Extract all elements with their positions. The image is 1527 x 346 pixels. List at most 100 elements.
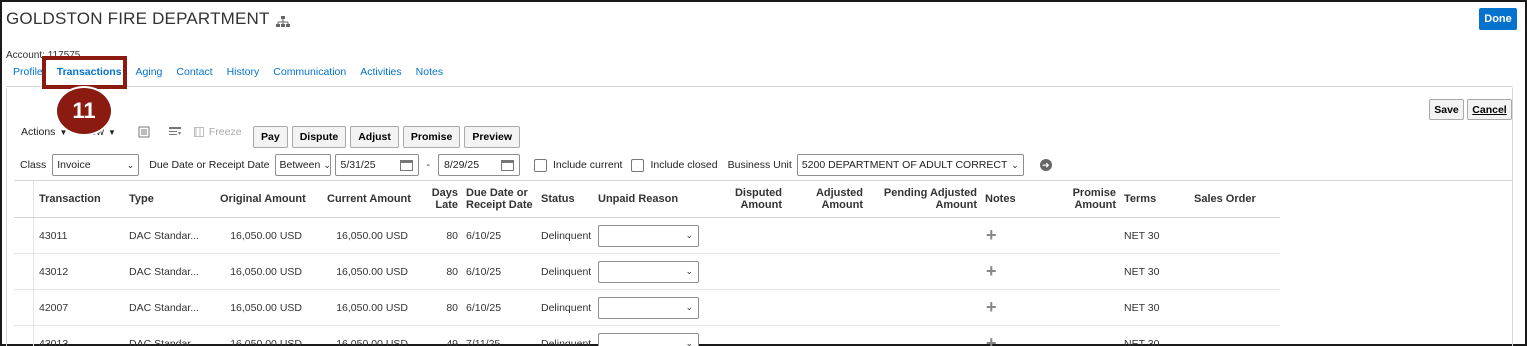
status-cell: Delinquent <box>541 301 592 314</box>
days-late-cell: 80 <box>446 265 458 278</box>
col-type[interactable]: Type <box>129 193 154 205</box>
freeze-button[interactable]: Freeze <box>193 126 242 138</box>
chevron-down-icon: ⌄ <box>126 159 135 170</box>
class-select[interactable]: Invoice ⌄ <box>52 154 140 176</box>
add-note-icon[interactable]: + <box>986 225 997 246</box>
transaction-cell[interactable]: 43013 <box>39 338 68 346</box>
dispute-button[interactable]: Dispute <box>291 126 347 148</box>
date-operator-select[interactable]: Between ⌄ <box>274 154 331 176</box>
current-amount-cell: 16,050.00 USD <box>336 265 408 278</box>
unpaid-reason-select[interactable]: ⌄ <box>598 333 699 346</box>
unpaid-reason-select[interactable]: ⌄ <box>598 297 699 319</box>
tab-activities[interactable]: Activities <box>360 66 401 78</box>
table-row[interactable]: 42007 DAC Standar... 16,050.00 USD 16,05… <box>14 290 1280 326</box>
transaction-cell[interactable]: 43012 <box>39 266 68 278</box>
col-promise-amount[interactable]: Promise Amount <box>1054 187 1116 211</box>
type-cell: DAC Standar... <box>129 265 200 278</box>
date-to-field[interactable]: 8/29/25 <box>438 154 520 176</box>
col-original-amount[interactable]: Original Amount <box>220 193 306 205</box>
chevron-down-icon: ⌄ <box>685 302 693 312</box>
calendar-icon[interactable] <box>501 159 514 171</box>
tab-contact[interactable]: Contact <box>176 66 212 78</box>
col-terms[interactable]: Terms <box>1124 193 1156 205</box>
terms-cell: NET 30 <box>1124 265 1160 278</box>
tab-history[interactable]: History <box>227 66 260 78</box>
col-notes[interactable]: Notes <box>985 193 1016 205</box>
status-cell: Delinquent <box>541 229 592 242</box>
header-row-selector <box>14 181 34 217</box>
pay-button[interactable]: Pay <box>253 126 288 148</box>
chevron-down-icon: ⌄ <box>1011 159 1019 170</box>
add-note-icon[interactable]: + <box>986 261 997 282</box>
transaction-cell[interactable]: 43011 <box>39 230 67 242</box>
current-amount-cell: 16,050.00 USD <box>336 337 408 346</box>
chevron-down-icon: ⌄ <box>685 266 693 276</box>
chevron-down-icon: ⌄ <box>323 159 331 170</box>
unpaid-reason-select[interactable]: ⌄ <box>598 261 699 283</box>
chevron-down-icon: ⌄ <box>685 230 693 240</box>
tab-communication[interactable]: Communication <box>273 66 346 78</box>
calendar-icon[interactable] <box>399 159 413 171</box>
terms-cell: NET 30 <box>1124 337 1160 346</box>
transaction-cell[interactable]: 42007 <box>39 302 68 314</box>
current-amount-cell: 16,050.00 USD <box>336 229 408 242</box>
days-late-cell: 80 <box>446 229 458 242</box>
page-title: GOLDSTON FIRE DEPARTMENT <box>6 9 290 29</box>
transactions-tab-highlight <box>42 56 127 89</box>
tab-aging[interactable]: Aging <box>136 66 163 78</box>
unpaid-reason-select[interactable]: ⌄ <box>598 225 699 247</box>
col-current-amount[interactable]: Current Amount <box>327 193 411 205</box>
due-date-label: Due Date or Receipt Date <box>149 159 270 171</box>
include-current-checkbox[interactable] <box>534 158 547 172</box>
table-row[interactable]: 43012 DAC Standar... 16,050.00 USD 16,05… <box>14 254 1280 290</box>
col-pending-adjusted-amount[interactable]: Pending Adjusted Amount <box>874 187 977 211</box>
include-closed-checkbox[interactable] <box>631 158 645 172</box>
cancel-button[interactable]: Cancel <box>1467 99 1512 120</box>
add-note-icon[interactable]: + <box>986 297 997 318</box>
freeze-icon <box>193 127 204 137</box>
date-from-field[interactable]: 5/31/25 <box>334 154 419 176</box>
transactions-table: Transaction Type Original Amount Current… <box>14 181 1280 346</box>
col-status[interactable]: Status <box>541 193 575 205</box>
row-selector[interactable] <box>14 326 34 346</box>
original-amount-cell: 16,050.00 USD <box>230 301 302 314</box>
action-buttons: Pay Dispute Adjust Promise Preview <box>253 126 521 148</box>
col-transaction[interactable]: Transaction <box>39 193 101 205</box>
due-date-cell: 7/11/25 <box>466 337 501 346</box>
hierarchy-icon[interactable] <box>275 13 290 27</box>
adjust-button[interactable]: Adjust <box>350 126 399 148</box>
status-cell: Delinquent <box>541 337 592 346</box>
promise-button[interactable]: Promise <box>402 126 461 148</box>
col-unpaid-reason[interactable]: Unpaid Reason <box>598 193 678 205</box>
business-unit-select[interactable]: 5200 DEPARTMENT OF ADULT CORRECTION ⌄ <box>796 154 1024 176</box>
col-disputed-amount[interactable]: Disputed Amount <box>710 187 782 211</box>
actions-menu[interactable]: Actions ▼ <box>21 126 67 138</box>
col-due-date[interactable]: Due Date or Receipt Date <box>466 187 533 211</box>
row-selector[interactable] <box>14 254 34 289</box>
table-toolbar: Actions▼ View▼ Freeze <box>21 126 242 138</box>
type-cell: DAC Standar... <box>129 301 200 314</box>
col-sales-order[interactable]: Sales Order <box>1194 193 1256 205</box>
query-by-example-icon[interactable] <box>168 126 182 138</box>
tab-profile[interactable]: Profile <box>13 66 43 78</box>
detach-icon[interactable] <box>138 126 152 138</box>
add-note-icon[interactable]: + <box>986 333 997 346</box>
row-selector[interactable] <box>14 290 34 325</box>
due-date-cell: 6/10/25 <box>466 301 502 314</box>
table-header: Transaction Type Original Amount Current… <box>14 181 1280 218</box>
col-adjusted-amount[interactable]: Adjusted Amount <box>790 187 863 211</box>
save-button[interactable]: Save <box>1429 99 1464 120</box>
date-range-dash: - <box>426 159 431 171</box>
tab-notes[interactable]: Notes <box>416 66 443 78</box>
table-row[interactable]: 43011 DAC Standar... 16,050.00 USD 16,05… <box>14 218 1280 254</box>
table-row[interactable]: 43013 DAC Standar... 16,050.00 USD 16,05… <box>14 326 1280 346</box>
class-label: Class <box>20 159 47 171</box>
type-cell: DAC Standar... <box>129 229 200 242</box>
original-amount-cell: 16,050.00 USD <box>230 265 302 278</box>
step-callout: 11 <box>55 86 113 136</box>
col-days-late[interactable]: Days Late <box>418 187 458 211</box>
done-button[interactable]: Done <box>1479 8 1517 30</box>
go-arrow-icon[interactable]: ➜ <box>1039 159 1052 171</box>
preview-button[interactable]: Preview <box>464 126 521 148</box>
row-selector[interactable] <box>14 218 34 253</box>
